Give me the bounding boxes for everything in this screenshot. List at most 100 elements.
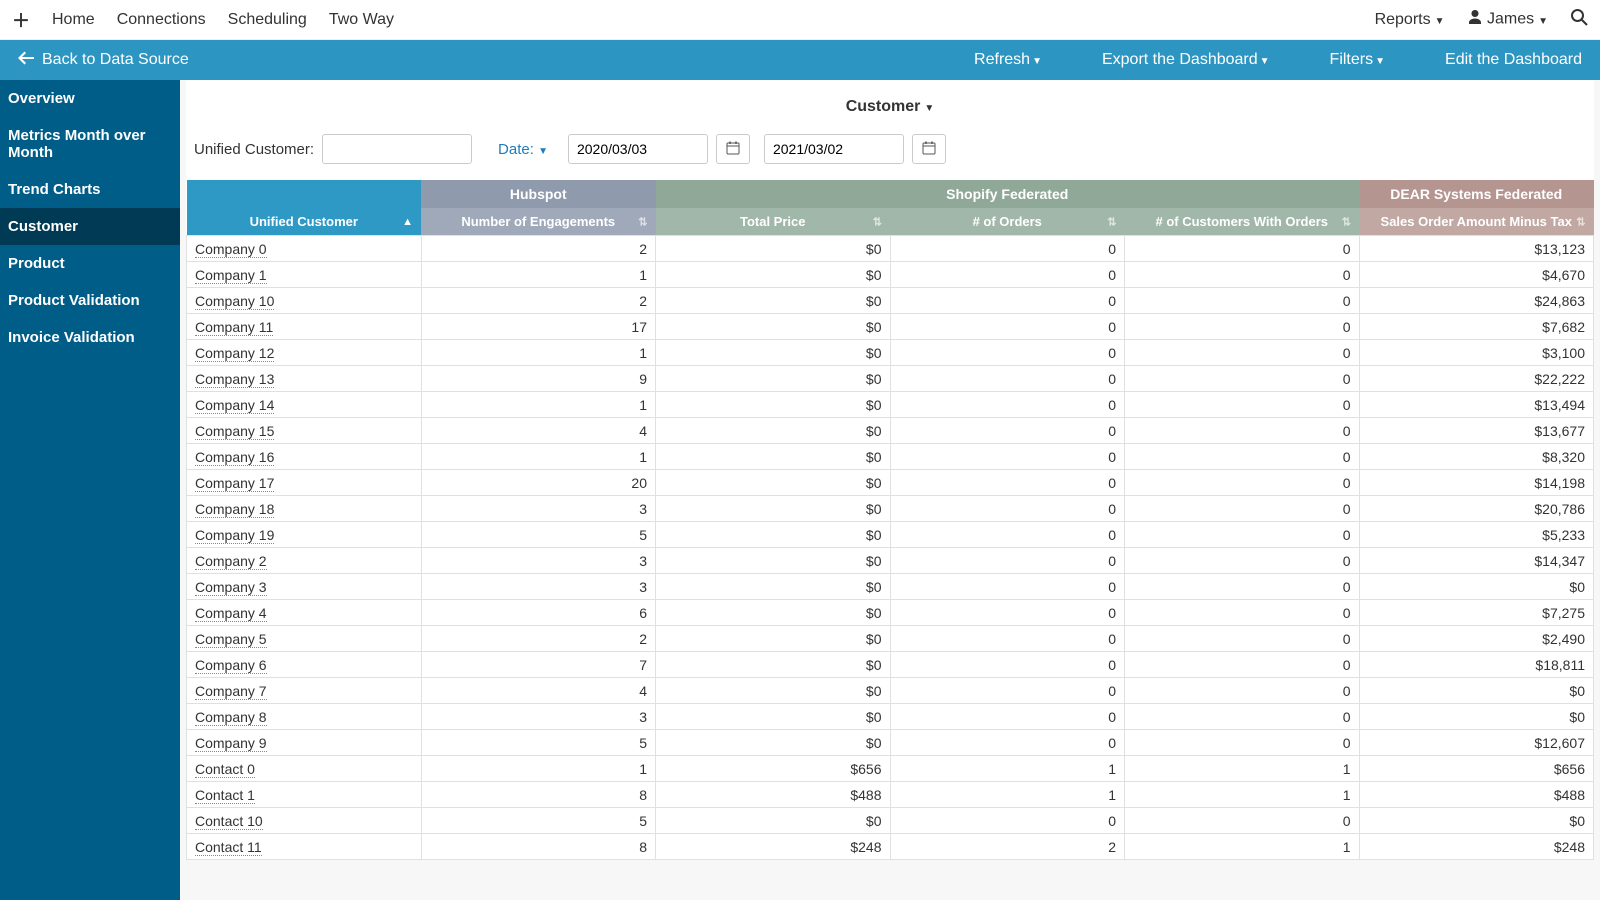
cell-name[interactable]: Contact 0 [187,756,422,782]
nav-scheduling[interactable]: Scheduling [228,11,307,29]
cell-name[interactable]: Company 4 [187,600,422,626]
add-icon[interactable]: ＋ [12,7,30,33]
cell-name[interactable]: Company 6 [187,652,422,678]
cell-name[interactable]: Company 19 [187,522,422,548]
sidebar-item-product-validation[interactable]: Product Validation [0,282,180,319]
col-unified-customer[interactable]: Unified Customer▲ [187,208,422,236]
cell-engagements: 1 [421,444,656,470]
table-row: Company 74$000$0 [187,678,1594,704]
col-sales-order-amount[interactable]: Sales Order Amount Minus Tax⇅ [1359,208,1594,236]
cell-engagements: 17 [421,314,656,340]
sidebar-item-metrics-month-over-month[interactable]: Metrics Month over Month [0,117,180,171]
sidebar-item-overview[interactable]: Overview [0,80,180,117]
sidebar-item-customer[interactable]: Customer [0,208,180,245]
filters-dropdown[interactable]: Filters▼ [1330,51,1385,69]
cell-total-price: $248 [656,834,891,860]
cell-name[interactable]: Company 2 [187,548,422,574]
sort-icon: ⇅ [1576,215,1585,228]
cell-name[interactable]: Company 13 [187,366,422,392]
cell-orders: 0 [890,288,1125,314]
refresh-dropdown[interactable]: Refresh▼ [974,51,1042,69]
caret-down-icon: ▼ [924,103,934,114]
col-total-price[interactable]: Total Price⇅ [656,208,891,236]
caret-down-icon: ▼ [1435,16,1445,27]
nav-home[interactable]: Home [52,11,95,29]
date-end-input[interactable] [764,134,904,164]
col-label: Number of Engagements [461,214,615,229]
date-start-input[interactable] [568,134,708,164]
nav-two-way[interactable]: Two Way [329,11,394,29]
caret-down-icon: ▼ [1538,16,1548,27]
cell-engagements: 1 [421,262,656,288]
cell-name[interactable]: Company 16 [187,444,422,470]
table-row: Company 52$000$2,490 [187,626,1594,652]
sidebar-item-product[interactable]: Product [0,245,180,282]
cell-name[interactable]: Contact 11 [187,834,422,860]
table-row: Company 83$000$0 [187,704,1594,730]
cell-name[interactable]: Company 3 [187,574,422,600]
cell-name[interactable]: Company 1 [187,262,422,288]
date-end-calendar-button[interactable] [912,134,946,164]
cell-name[interactable]: Contact 1 [187,782,422,808]
customer-table: Hubspot Shopify Federated DEAR Systems F… [186,180,1594,860]
date-start-calendar-button[interactable] [716,134,750,164]
table-row: Company 195$000$5,233 [187,522,1594,548]
cell-name[interactable]: Company 17 [187,470,422,496]
cell-engagements: 2 [421,626,656,652]
page-title-dropdown[interactable]: Customer▼ [186,92,1594,130]
user-dropdown[interactable]: James▼ [1467,9,1548,30]
cell-orders: 0 [890,574,1125,600]
col-orders[interactable]: # of Orders⇅ [890,208,1125,236]
main-content: Customer▼ Unified Customer: Date: ▼ Hubs… [180,80,1600,900]
group-header-dear: DEAR Systems Federated [1359,180,1594,208]
reports-dropdown[interactable]: Reports▼ [1375,11,1445,29]
cell-customers: 0 [1125,808,1360,834]
export-dropdown[interactable]: Export the Dashboard▼ [1102,51,1270,69]
table-row: Company 11$000$4,670 [187,262,1594,288]
cell-orders: 0 [890,626,1125,652]
page-title: Customer [846,98,921,115]
cell-sales: $5,233 [1359,522,1594,548]
cell-name[interactable]: Company 5 [187,626,422,652]
cell-name[interactable]: Company 18 [187,496,422,522]
cell-sales: $0 [1359,704,1594,730]
sidebar-item-trend-charts[interactable]: Trend Charts [0,171,180,208]
cell-name[interactable]: Company 11 [187,314,422,340]
cell-customers: 0 [1125,626,1360,652]
sheet: Customer▼ Unified Customer: Date: ▼ Hubs… [186,80,1594,860]
col-customers-with-orders[interactable]: # of Customers With Orders⇅ [1125,208,1360,236]
search-icon[interactable] [1570,8,1588,31]
cell-orders: 0 [890,496,1125,522]
cell-name[interactable]: Contact 10 [187,808,422,834]
sort-icon: ⇅ [873,215,882,228]
cell-orders: 0 [890,652,1125,678]
cell-engagements: 4 [421,418,656,444]
cell-sales: $20,786 [1359,496,1594,522]
cell-total-price: $0 [656,366,891,392]
cell-sales: $7,275 [1359,600,1594,626]
back-to-data-source[interactable]: Back to Data Source [18,51,189,70]
col-engagements[interactable]: Number of Engagements⇅ [421,208,656,236]
nav-connections[interactable]: Connections [117,11,206,29]
cell-name[interactable]: Company 9 [187,730,422,756]
sort-asc-icon: ▲ [402,216,413,228]
cell-name[interactable]: Company 8 [187,704,422,730]
sidebar-item-invoice-validation[interactable]: Invoice Validation [0,319,180,356]
cell-name[interactable]: Company 14 [187,392,422,418]
cell-orders: 2 [890,834,1125,860]
cell-total-price: $0 [656,314,891,340]
cell-name[interactable]: Company 7 [187,678,422,704]
cell-name[interactable]: Company 12 [187,340,422,366]
edit-dashboard-button[interactable]: Edit the Dashboard [1445,51,1582,69]
unified-customer-input[interactable] [322,134,472,164]
table-row: Contact 18$48811$488 [187,782,1594,808]
cell-name[interactable]: Company 15 [187,418,422,444]
cell-customers: 0 [1125,444,1360,470]
cell-name[interactable]: Company 10 [187,288,422,314]
cell-orders: 0 [890,418,1125,444]
cell-orders: 0 [890,366,1125,392]
cell-total-price: $0 [656,704,891,730]
cell-sales: $13,494 [1359,392,1594,418]
date-dropdown[interactable]: Date: ▼ [498,141,548,158]
cell-name[interactable]: Company 0 [187,236,422,262]
